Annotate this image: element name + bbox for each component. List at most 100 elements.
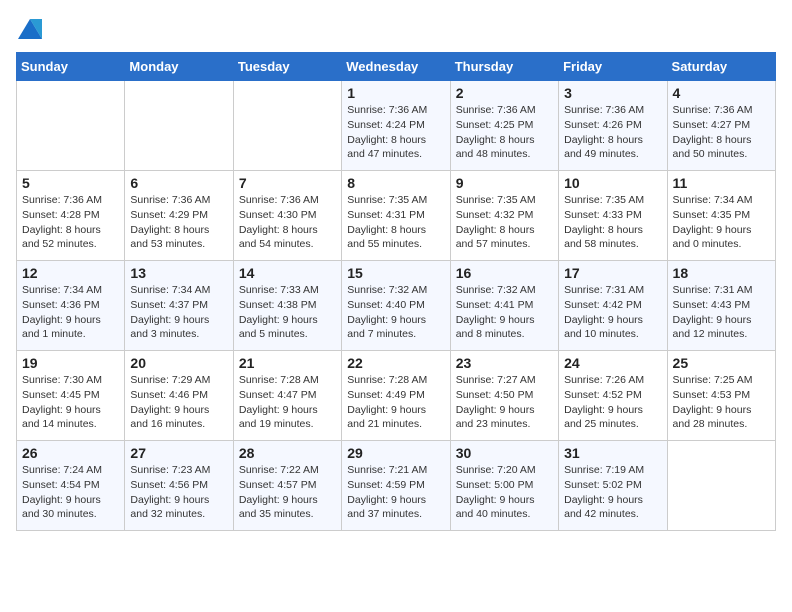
day-info: Sunrise: 7:35 AM Sunset: 4:33 PM Dayligh… [564,193,661,252]
day-cell: 11Sunrise: 7:34 AM Sunset: 4:35 PM Dayli… [667,171,775,261]
day-info: Sunrise: 7:28 AM Sunset: 4:49 PM Dayligh… [347,373,444,432]
day-number: 21 [239,355,336,371]
day-info: Sunrise: 7:27 AM Sunset: 4:50 PM Dayligh… [456,373,553,432]
day-cell: 12Sunrise: 7:34 AM Sunset: 4:36 PM Dayli… [17,261,125,351]
day-cell: 13Sunrise: 7:34 AM Sunset: 4:37 PM Dayli… [125,261,233,351]
day-info: Sunrise: 7:21 AM Sunset: 4:59 PM Dayligh… [347,463,444,522]
page-header [16,16,776,40]
day-number: 6 [130,175,227,191]
day-number: 13 [130,265,227,281]
day-number: 18 [673,265,770,281]
week-row-4: 19 Sunrise: 7:30 AM Sunset: 4:45 PM Dayli… [17,351,776,441]
day-number: 28 [239,445,336,461]
header-day-tuesday: Tuesday [233,53,341,81]
day-number: 22 [347,355,444,371]
day-number: 3 [564,85,661,101]
day-number: 4 [673,85,770,101]
day-cell [17,81,125,171]
logo [16,16,42,40]
day-cell: 30 Sunrise: 7:20 AM Sunset: 5:00 PM Dayli… [450,441,558,531]
day-info: Sunrise: 7:36 AM Sunset: 4:27 PM Dayligh… [673,103,770,162]
day-cell: 25Sunrise: 7:25 AM Sunset: 4:53 PM Dayli… [667,351,775,441]
day-cell: 15 Sunrise: 7:32 AM Sunset: 4:40 PM Dayli… [342,261,450,351]
day-number: 1 [347,85,444,101]
day-cell: 1 Sunrise: 7:36 AM Sunset: 4:24 PM Daylig… [342,81,450,171]
day-info: Sunrise: 7:36 AM Sunset: 4:26 PM Dayligh… [564,103,661,162]
day-info: Sunrise: 7:31 AM Sunset: 4:43 PM Dayligh… [673,283,770,342]
day-info: Sunrise: 7:23 AM Sunset: 4:56 PM Dayligh… [130,463,227,522]
day-info: Sunrise: 7:36 AM Sunset: 4:24 PM Dayligh… [347,103,444,162]
day-number: 27 [130,445,227,461]
day-number: 10 [564,175,661,191]
day-number: 23 [456,355,553,371]
day-number: 30 [456,445,553,461]
day-cell: 18 Sunrise: 7:31 AM Sunset: 4:43 PM Dayli… [667,261,775,351]
day-cell: 6 Sunrise: 7:36 AM Sunset: 4:29 PM Daylig… [125,171,233,261]
day-cell: 7 Sunrise: 7:36 AM Sunset: 4:30 PM Daylig… [233,171,341,261]
header-day-wednesday: Wednesday [342,53,450,81]
day-info: Sunrise: 7:30 AM Sunset: 4:45 PM Dayligh… [22,373,119,432]
day-cell [233,81,341,171]
day-cell: 17 Sunrise: 7:31 AM Sunset: 4:42 PM Dayli… [559,261,667,351]
day-number: 8 [347,175,444,191]
day-cell [125,81,233,171]
day-cell: 27 Sunrise: 7:23 AM Sunset: 4:56 PM Dayli… [125,441,233,531]
week-row-5: 26 Sunrise: 7:24 AM Sunset: 4:54 PM Dayli… [17,441,776,531]
day-number: 2 [456,85,553,101]
header-day-saturday: Saturday [667,53,775,81]
day-info: Sunrise: 7:36 AM Sunset: 4:30 PM Dayligh… [239,193,336,252]
day-number: 29 [347,445,444,461]
day-cell: 10 Sunrise: 7:35 AM Sunset: 4:33 PM Dayli… [559,171,667,261]
day-number: 9 [456,175,553,191]
day-number: 17 [564,265,661,281]
day-cell: 21 Sunrise: 7:28 AM Sunset: 4:47 PM Dayli… [233,351,341,441]
day-number: 31 [564,445,661,461]
day-cell: 19 Sunrise: 7:30 AM Sunset: 4:45 PM Dayli… [17,351,125,441]
day-number: 11 [673,175,770,191]
day-info: Sunrise: 7:32 AM Sunset: 4:40 PM Dayligh… [347,283,444,342]
header-day-friday: Friday [559,53,667,81]
day-info: Sunrise: 7:20 AM Sunset: 5:00 PM Dayligh… [456,463,553,522]
day-cell: 3 Sunrise: 7:36 AM Sunset: 4:26 PM Daylig… [559,81,667,171]
calendar-header-row: SundayMondayTuesdayWednesdayThursdayFrid… [17,53,776,81]
day-cell: 23 Sunrise: 7:27 AM Sunset: 4:50 PM Dayli… [450,351,558,441]
day-number: 14 [239,265,336,281]
day-number: 7 [239,175,336,191]
day-info: Sunrise: 7:31 AM Sunset: 4:42 PM Dayligh… [564,283,661,342]
day-cell: 31 Sunrise: 7:19 AM Sunset: 5:02 PM Dayli… [559,441,667,531]
day-number: 24 [564,355,661,371]
week-row-3: 12Sunrise: 7:34 AM Sunset: 4:36 PM Dayli… [17,261,776,351]
day-cell: 28Sunrise: 7:22 AM Sunset: 4:57 PM Dayli… [233,441,341,531]
day-cell: 26 Sunrise: 7:24 AM Sunset: 4:54 PM Dayli… [17,441,125,531]
day-cell: 24 Sunrise: 7:26 AM Sunset: 4:52 PM Dayli… [559,351,667,441]
header-day-sunday: Sunday [17,53,125,81]
day-info: Sunrise: 7:35 AM Sunset: 4:31 PM Dayligh… [347,193,444,252]
day-number: 25 [673,355,770,371]
day-cell: 20Sunrise: 7:29 AM Sunset: 4:46 PM Dayli… [125,351,233,441]
day-cell: 5 Sunrise: 7:36 AM Sunset: 4:28 PM Daylig… [17,171,125,261]
day-info: Sunrise: 7:36 AM Sunset: 4:28 PM Dayligh… [22,193,119,252]
header-day-monday: Monday [125,53,233,81]
logo-icon [18,19,42,39]
day-number: 26 [22,445,119,461]
calendar-table: SundayMondayTuesdayWednesdayThursdayFrid… [16,52,776,531]
day-number: 15 [347,265,444,281]
header-day-thursday: Thursday [450,53,558,81]
day-info: Sunrise: 7:35 AM Sunset: 4:32 PM Dayligh… [456,193,553,252]
day-number: 5 [22,175,119,191]
day-cell: 2Sunrise: 7:36 AM Sunset: 4:25 PM Daylig… [450,81,558,171]
day-info: Sunrise: 7:19 AM Sunset: 5:02 PM Dayligh… [564,463,661,522]
day-number: 16 [456,265,553,281]
day-info: Sunrise: 7:32 AM Sunset: 4:41 PM Dayligh… [456,283,553,342]
week-row-1: 1 Sunrise: 7:36 AM Sunset: 4:24 PM Daylig… [17,81,776,171]
day-info: Sunrise: 7:36 AM Sunset: 4:29 PM Dayligh… [130,193,227,252]
day-cell: 4 Sunrise: 7:36 AM Sunset: 4:27 PM Daylig… [667,81,775,171]
day-cell: 9 Sunrise: 7:35 AM Sunset: 4:32 PM Daylig… [450,171,558,261]
day-cell: 29 Sunrise: 7:21 AM Sunset: 4:59 PM Dayli… [342,441,450,531]
day-info: Sunrise: 7:29 AM Sunset: 4:46 PM Dayligh… [130,373,227,432]
day-cell: 8 Sunrise: 7:35 AM Sunset: 4:31 PM Daylig… [342,171,450,261]
day-info: Sunrise: 7:26 AM Sunset: 4:52 PM Dayligh… [564,373,661,432]
day-number: 19 [22,355,119,371]
day-info: Sunrise: 7:28 AM Sunset: 4:47 PM Dayligh… [239,373,336,432]
day-info: Sunrise: 7:24 AM Sunset: 4:54 PM Dayligh… [22,463,119,522]
